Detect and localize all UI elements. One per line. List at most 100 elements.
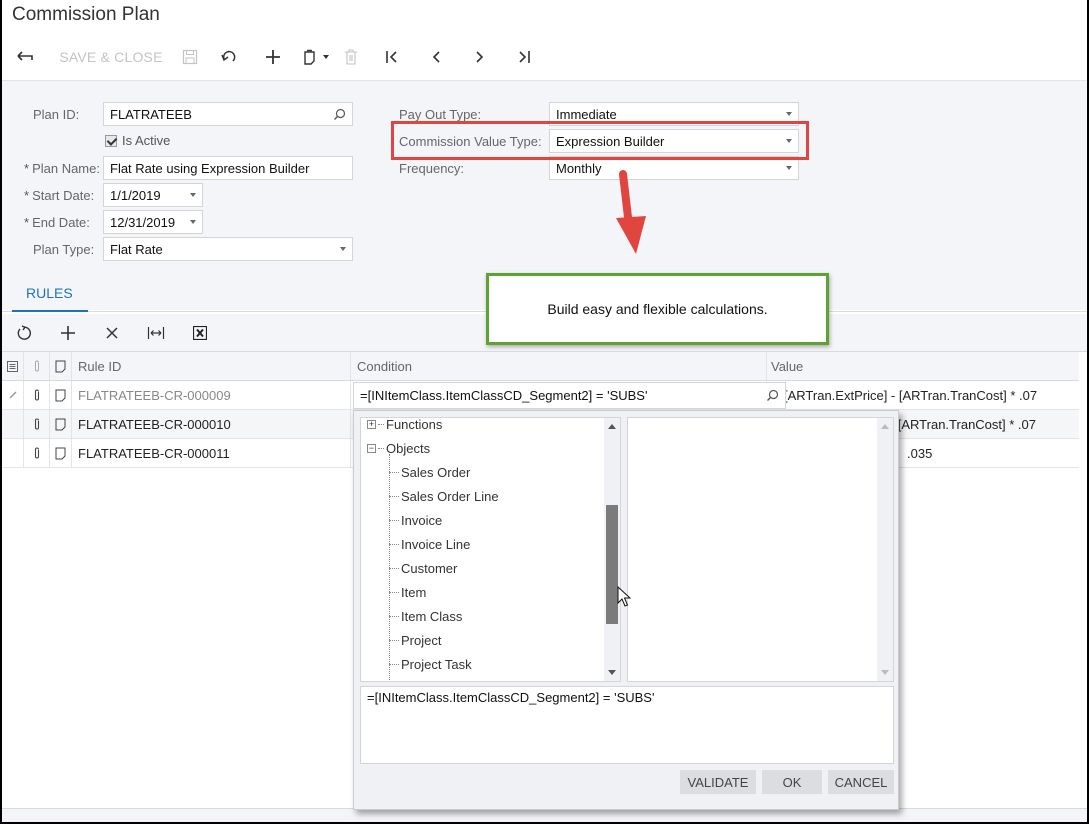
paperclip-icon — [34, 447, 39, 458]
plan-id-label: Plan ID: — [33, 107, 80, 122]
first-record-button[interactable] — [364, 42, 420, 72]
attachment-cell[interactable] — [24, 381, 50, 409]
last-record-button[interactable] — [508, 42, 540, 72]
paperclip-icon — [34, 389, 39, 400]
attachment-cell[interactable] — [24, 410, 50, 438]
fields-list-pane[interactable] — [627, 417, 894, 682]
scroll-down-icon[interactable] — [608, 670, 616, 675]
chevron-down-icon[interactable] — [190, 220, 196, 224]
copy-paste-button[interactable] — [294, 42, 338, 72]
previous-icon — [432, 51, 440, 63]
notes-column-header[interactable] — [50, 352, 72, 380]
expand-plus-icon[interactable]: + — [367, 419, 376, 429]
checkbox-checked-icon — [105, 134, 117, 147]
app-window: Commission Plan SAVE & CLOSE Plan ID: FL… — [2, 0, 1087, 822]
scroll-down-icon[interactable] — [881, 670, 889, 675]
refresh-button[interactable] — [2, 315, 46, 351]
rule-id-cell[interactable]: FLATRATEEB-CR-000011 — [72, 439, 351, 467]
rule-id-cell[interactable]: FLATRATEEB-CR-000009 — [72, 381, 351, 409]
scroll-up-icon[interactable] — [608, 424, 616, 429]
undo-icon — [221, 50, 236, 62]
plan-id-value: FLATRATEEB — [110, 106, 192, 122]
tree-item-invoice[interactable]: Invoice — [361, 508, 606, 532]
value-cell[interactable]: [ARTran.ExtPrice] - [ARTran.TranCost] * … — [767, 381, 1079, 409]
note-icon — [55, 389, 66, 401]
plan-type-select[interactable]: Flat Rate — [103, 237, 353, 261]
is-active-label: Is Active — [122, 133, 171, 148]
tree-item-customer[interactable]: Customer — [361, 556, 606, 580]
note-cell[interactable] — [50, 410, 72, 438]
collapse-minus-icon[interactable]: − — [367, 443, 376, 453]
search-icon[interactable] — [333, 108, 346, 121]
attachments-column-header[interactable] — [24, 352, 50, 380]
delete-row-button[interactable] — [90, 315, 134, 351]
tab-rules[interactable]: RULES — [12, 278, 88, 312]
tree-item-item-class[interactable]: Item Class — [361, 604, 606, 628]
row-selector[interactable] — [2, 410, 24, 438]
condition-editor-input[interactable]: =[INItemClass.ItemClassCD_Segment2] = 'S… — [353, 382, 786, 409]
fields-scrollbar[interactable] — [877, 418, 893, 681]
scroll-up-icon[interactable] — [881, 424, 889, 429]
row-selector[interactable] — [2, 439, 24, 467]
paperclip-icon — [34, 360, 39, 371]
row-settings-icon — [7, 360, 18, 372]
callout-annotation: Build easy and flexible calculations. — [486, 273, 829, 345]
tree-node-functions[interactable]: + Functions — [361, 418, 606, 436]
ok-button[interactable]: OK — [762, 770, 822, 794]
save-button[interactable] — [174, 42, 206, 72]
frequency-value: Monthly — [556, 160, 602, 176]
end-date-field[interactable]: 12/31/2019 — [103, 210, 203, 234]
note-cell[interactable] — [50, 381, 72, 409]
attachment-cell[interactable] — [24, 439, 50, 467]
plan-name-field[interactable]: Flat Rate using Expression Builder — [103, 156, 353, 180]
tree-item-item[interactable]: Item — [361, 580, 606, 604]
plan-type-value: Flat Rate — [110, 241, 163, 257]
tree-item-invoice-line[interactable]: Invoice Line — [361, 532, 606, 556]
export-excel-icon — [193, 325, 207, 340]
tree-scrollbar[interactable] — [604, 418, 620, 681]
export-excel-button[interactable] — [178, 315, 222, 351]
column-header-condition[interactable]: Condition — [351, 352, 767, 380]
tree-node-objects[interactable]: − Objects — [361, 436, 606, 460]
fit-columns-button[interactable] — [134, 315, 178, 351]
delete-button[interactable] — [338, 42, 364, 72]
chevron-down-icon — [786, 112, 792, 116]
column-header-value[interactable]: Value — [767, 352, 1079, 380]
object-tree: + Functions − Objects Sales Order Sales … — [361, 418, 606, 682]
plan-name-label: * Plan Name: — [24, 161, 100, 176]
tree-item-sales-order-line[interactable]: Sales Order Line — [361, 484, 606, 508]
next-button[interactable] — [452, 42, 508, 72]
annotation-arrow-icon — [616, 170, 646, 254]
delete-icon — [345, 49, 357, 65]
start-date-field[interactable]: 1/1/2019 — [103, 183, 203, 207]
column-header-rule-id[interactable]: Rule ID — [72, 352, 351, 380]
page-title: Commission Plan — [12, 4, 160, 25]
back-button[interactable] — [2, 42, 48, 72]
expression-builder-dialog: + Functions − Objects Sales Order Sales … — [353, 410, 899, 810]
previous-button[interactable] — [420, 42, 452, 72]
pay-out-type-value: Immediate — [556, 106, 617, 122]
tree-item-sales-order[interactable]: Sales Order — [361, 460, 606, 484]
search-icon[interactable] — [766, 389, 779, 402]
tree-item-project[interactable]: Project — [361, 628, 606, 652]
chevron-down-icon — [323, 55, 329, 59]
main-toolbar: SAVE & CLOSE — [2, 40, 1087, 74]
plan-id-field[interactable]: FLATRATEEB — [103, 102, 353, 126]
note-cell[interactable] — [50, 439, 72, 467]
condition-editor-value: =[INItemClass.ItemClassCD_Segment2] = 'S… — [360, 388, 648, 403]
rule-id-cell[interactable]: FLATRATEEB-CR-000010 — [72, 410, 351, 438]
add-row-button[interactable] — [46, 315, 90, 351]
save-close-button[interactable]: SAVE & CLOSE — [48, 42, 174, 72]
add-button[interactable] — [252, 42, 294, 72]
expression-textarea[interactable]: =[INItemClass.ItemClassCD_Segment2] = 'S… — [360, 686, 894, 764]
undo-button[interactable] — [206, 42, 252, 72]
validate-button[interactable]: VALIDATE — [680, 770, 756, 794]
save-icon — [182, 49, 198, 65]
cancel-button[interactable]: CANCEL — [828, 770, 894, 794]
row-selector-header[interactable] — [2, 352, 24, 380]
chevron-down-icon[interactable] — [190, 193, 196, 197]
tree-item-project-task[interactable]: Project Task — [361, 652, 606, 676]
is-active-checkbox[interactable]: Is Active — [105, 133, 170, 148]
tree-item-contract[interactable]: Contract — [361, 676, 606, 682]
row-selector[interactable] — [2, 381, 24, 409]
